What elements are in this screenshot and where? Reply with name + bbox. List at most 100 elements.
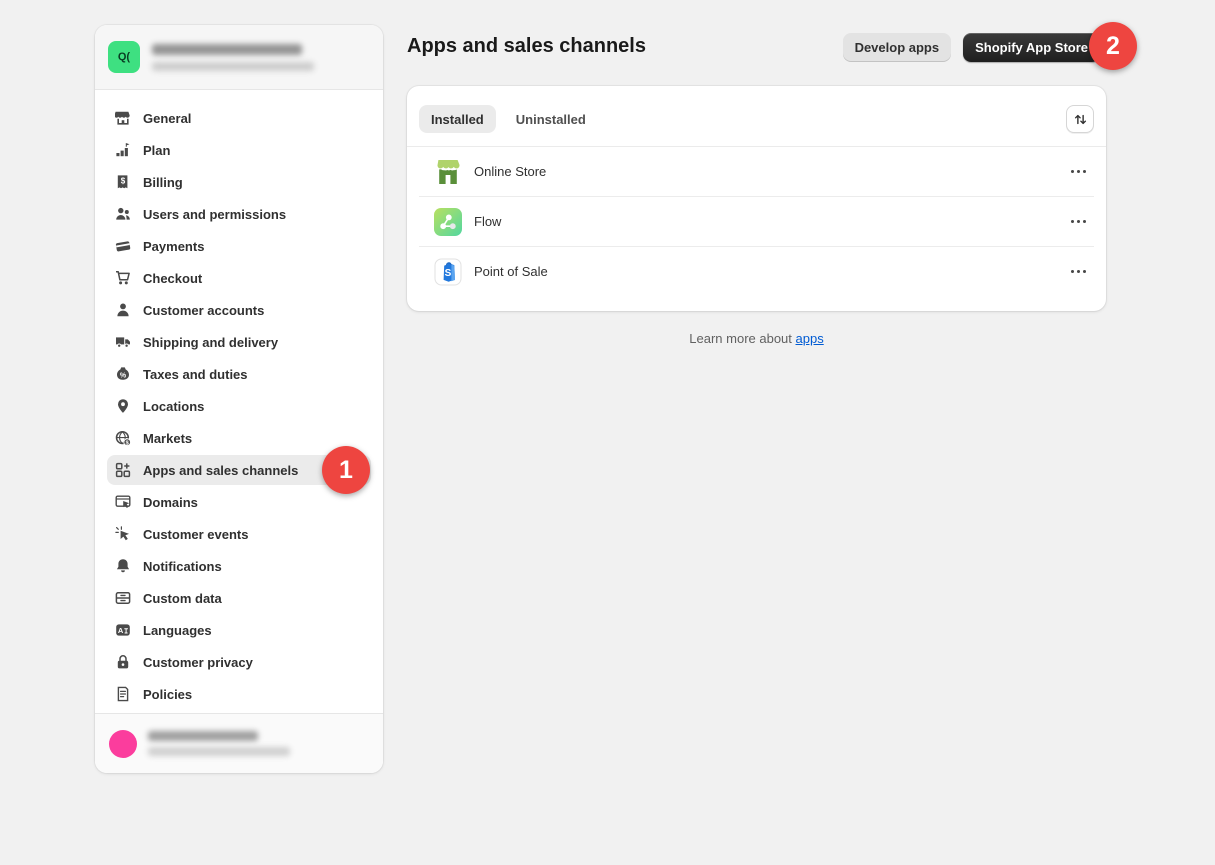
sidebar-item-label: Plan bbox=[143, 143, 170, 158]
sort-button[interactable] bbox=[1066, 105, 1094, 133]
user-account-section bbox=[95, 713, 383, 773]
sidebar-item-label: Payments bbox=[143, 239, 204, 254]
sidebar-item-taxes-and-duties[interactable]: % Taxes and duties bbox=[107, 359, 371, 389]
user-email-redacted bbox=[148, 747, 290, 756]
main-content: Apps and sales channels Develop apps Sho… bbox=[407, 0, 1106, 865]
sidebar-item-plan[interactable]: Plan bbox=[107, 135, 371, 165]
sidebar-item-languages[interactable]: A Languages bbox=[107, 615, 371, 645]
languages-icon: A bbox=[115, 622, 131, 638]
sidebar-item-shipping-and-delivery[interactable]: Shipping and delivery bbox=[107, 327, 371, 357]
header-actions: Develop apps Shopify App Store bbox=[843, 33, 1100, 62]
sidebar-item-domains[interactable]: Domains bbox=[107, 487, 371, 517]
app-row-online-store[interactable]: Online Store bbox=[419, 147, 1094, 196]
sidebar-item-label: General bbox=[143, 111, 191, 126]
sidebar-item-label: Apps and sales channels bbox=[143, 463, 298, 478]
shopify-app-store-button[interactable]: Shopify App Store bbox=[963, 33, 1100, 62]
settings-sidebar: Q( General Plan $ Billing Users and perm… bbox=[95, 25, 383, 773]
app-row-flow[interactable]: Flow bbox=[419, 196, 1094, 246]
learn-more-text: Learn more about apps bbox=[407, 331, 1106, 346]
dot bbox=[1077, 270, 1080, 273]
annotation-badge-1: 1 bbox=[322, 446, 370, 494]
sidebar-item-label: Policies bbox=[143, 687, 192, 702]
apps-card: Installed Uninstalled Online Store Flow … bbox=[407, 86, 1106, 311]
user-info bbox=[148, 731, 290, 756]
sidebar-item-label: Notifications bbox=[143, 559, 222, 574]
sidebar-item-custom-data[interactable]: Custom data bbox=[107, 583, 371, 613]
sidebar-item-customer-privacy[interactable]: Customer privacy bbox=[107, 647, 371, 677]
sidebar-item-notifications[interactable]: Notifications bbox=[107, 551, 371, 581]
store-header: Q( bbox=[95, 25, 383, 90]
learn-more-label: Learn more about bbox=[689, 331, 795, 346]
dot bbox=[1071, 220, 1074, 223]
tab-uninstalled[interactable]: Uninstalled bbox=[504, 105, 598, 133]
sidebar-item-checkout[interactable]: Checkout bbox=[107, 263, 371, 293]
tab-installed[interactable]: Installed bbox=[419, 105, 496, 133]
sidebar-item-general[interactable]: General bbox=[107, 103, 371, 133]
settings-nav: General Plan $ Billing Users and permiss… bbox=[95, 90, 383, 724]
sidebar-item-billing[interactable]: $ Billing bbox=[107, 167, 371, 197]
page: { "colors": { "page_background": "#f1f1f… bbox=[0, 0, 1215, 865]
sidebar-item-label: Locations bbox=[143, 399, 204, 414]
app-row-menu-point-of-sale[interactable] bbox=[1065, 262, 1092, 281]
develop-apps-button[interactable]: Develop apps bbox=[843, 33, 952, 62]
sidebar-item-payments[interactable]: Payments bbox=[107, 231, 371, 261]
app-row-point-of-sale[interactable]: S Point of Sale bbox=[419, 246, 1094, 296]
store-info bbox=[152, 44, 314, 71]
sidebar-item-customer-events[interactable]: Customer events bbox=[107, 519, 371, 549]
sidebar-item-label: Markets bbox=[143, 431, 192, 446]
user-name-redacted bbox=[148, 731, 258, 741]
sidebar-item-label: Custom data bbox=[143, 591, 222, 606]
sidebar-item-label: Customer privacy bbox=[143, 655, 253, 670]
users-icon bbox=[115, 206, 131, 222]
sidebar-item-label: Languages bbox=[143, 623, 212, 638]
privacy-lock-icon bbox=[115, 654, 131, 670]
svg-text:$: $ bbox=[121, 177, 126, 186]
sidebar-item-markets[interactable]: $ Markets bbox=[107, 423, 371, 453]
dot bbox=[1071, 170, 1074, 173]
plan-icon bbox=[115, 142, 131, 158]
apps-link[interactable]: apps bbox=[796, 331, 824, 346]
svg-text:A: A bbox=[118, 626, 124, 635]
sidebar-item-customer-accounts[interactable]: Customer accounts bbox=[107, 295, 371, 325]
markets-globe-icon: $ bbox=[115, 430, 131, 446]
sidebar-item-label: Domains bbox=[143, 495, 198, 510]
point-of-sale-icon: S bbox=[434, 258, 462, 286]
app-name: Point of Sale bbox=[474, 264, 548, 279]
dot bbox=[1083, 170, 1086, 173]
sidebar-item-users-and-permissions[interactable]: Users and permissions bbox=[107, 199, 371, 229]
dot bbox=[1083, 270, 1086, 273]
customer-accounts-icon bbox=[115, 302, 131, 318]
dot bbox=[1077, 220, 1080, 223]
policies-icon bbox=[115, 686, 131, 702]
flow-icon bbox=[434, 208, 462, 236]
apps-grid-icon bbox=[115, 462, 131, 478]
store-icon bbox=[115, 110, 131, 126]
online-store-icon bbox=[434, 158, 462, 186]
app-row-menu-flow[interactable] bbox=[1065, 212, 1092, 231]
sidebar-item-policies[interactable]: Policies bbox=[107, 679, 371, 709]
user-avatar bbox=[109, 730, 137, 758]
app-name: Flow bbox=[474, 214, 501, 229]
page-title: Apps and sales channels bbox=[407, 35, 646, 58]
app-name: Online Store bbox=[474, 164, 546, 179]
dot bbox=[1077, 170, 1080, 173]
sidebar-item-label: Users and permissions bbox=[143, 207, 286, 222]
sidebar-item-locations[interactable]: Locations bbox=[107, 391, 371, 421]
app-row-menu-online-store[interactable] bbox=[1065, 162, 1092, 181]
sidebar-item-label: Customer events bbox=[143, 527, 248, 542]
taxes-icon: % bbox=[115, 366, 131, 382]
annotation-badge-2: 2 bbox=[1089, 22, 1137, 70]
store-email-redacted bbox=[152, 62, 314, 71]
dot bbox=[1083, 220, 1086, 223]
sidebar-item-label: Checkout bbox=[143, 271, 202, 286]
sidebar-item-label: Taxes and duties bbox=[143, 367, 248, 382]
store-name-redacted bbox=[152, 44, 302, 55]
sort-arrows-icon bbox=[1073, 112, 1088, 127]
domains-icon bbox=[115, 494, 131, 510]
app-rows: Online Store Flow S Point of Sale bbox=[407, 147, 1106, 296]
svg-text:%: % bbox=[120, 372, 127, 379]
app-list-tabs: Installed Uninstalled bbox=[407, 86, 1106, 147]
sidebar-item-label: Billing bbox=[143, 175, 183, 190]
store-avatar: Q( bbox=[108, 41, 140, 73]
checkout-cart-icon bbox=[115, 270, 131, 286]
